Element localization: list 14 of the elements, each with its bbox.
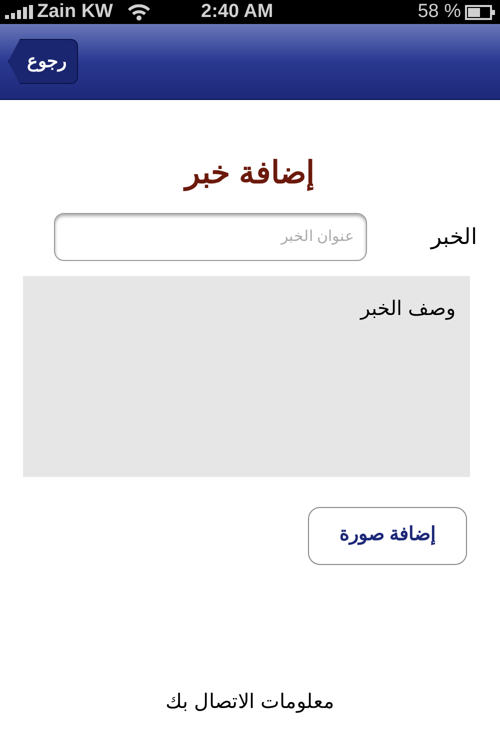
battery-text: 58 % bbox=[418, 0, 461, 24]
battery-icon bbox=[465, 4, 495, 20]
add-image-button[interactable]: إضافة صورة bbox=[308, 506, 467, 564]
headline-label: الخبر bbox=[429, 223, 477, 252]
wifi-icon bbox=[127, 4, 151, 20]
headline-field[interactable]: عنوان الخبر bbox=[54, 212, 367, 260]
contact-info-text: معلومات الاتصال بك bbox=[165, 690, 335, 715]
clock-text: 2:40 AM bbox=[201, 0, 274, 24]
back-button[interactable]: رجوع bbox=[8, 39, 78, 84]
description-text: وصف الخبر bbox=[360, 298, 456, 320]
description-field[interactable]: وصف الخبر bbox=[23, 276, 470, 476]
page-title: إضافة خبر bbox=[185, 154, 315, 194]
carrier-text: Zain KW bbox=[37, 0, 113, 24]
signal-icon bbox=[5, 5, 33, 19]
